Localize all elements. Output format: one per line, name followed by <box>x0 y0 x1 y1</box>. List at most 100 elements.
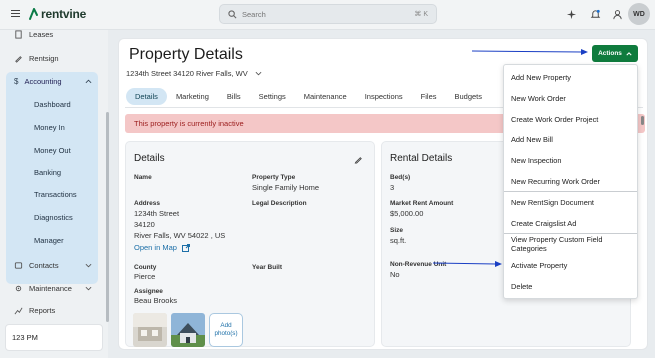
sidebar-subitem-manager[interactable]: Manager <box>34 236 64 245</box>
legal-description-label: Legal Description <box>252 200 307 207</box>
menu-item-create-craigslist-ad[interactable]: Create Craigslist Ad <box>504 213 637 233</box>
beds-value: 3 <box>390 183 395 192</box>
sidebar-subitem-diagnostics[interactable]: Diagnostics <box>34 213 73 222</box>
menu-item-view-custom-field-categories[interactable]: View Property Custom Field Categories <box>504 234 637 254</box>
sidebar-item-label: Reports <box>29 305 56 315</box>
document-icon <box>15 29 22 39</box>
county-value: Pierce <box>134 272 156 281</box>
dollar-icon: $ <box>14 76 19 86</box>
page-title: Property Details <box>129 46 243 63</box>
market-rent-label: Market Rent Amount <box>390 200 454 207</box>
non-revenue-value: No <box>390 270 400 279</box>
menu-item-new-work-order[interactable]: New Work Order <box>504 88 637 108</box>
accounting-group: $ Accounting Dashboard Money In Money Ou… <box>6 72 98 284</box>
details-panel: Details Name Property Type Single Family… <box>125 141 375 347</box>
sidebar-item-rentsign[interactable]: Rentsign <box>6 49 98 67</box>
property-type-value: Single Family Home <box>252 183 320 192</box>
address-line-2: 34120 <box>134 220 155 229</box>
bell-icon[interactable] <box>590 9 601 20</box>
chevron-up-icon <box>85 79 92 83</box>
address-line-3: River Falls, WV 54022 , US <box>134 231 226 240</box>
sidebar-item-leases[interactable]: Leases <box>6 25 98 43</box>
sidebar: Leases Rentsign $ Accounting Dashboard M… <box>0 30 109 358</box>
tab-inspections[interactable]: Inspections <box>356 88 412 105</box>
menu-item-new-inspection[interactable]: New Inspection <box>504 150 637 170</box>
property-type-label: Property Type <box>252 174 296 181</box>
user-icon[interactable] <box>612 9 623 20</box>
rental-details-title: Rental Details <box>390 153 453 164</box>
avatar[interactable]: WD <box>628 3 650 25</box>
chevron-down-icon <box>255 71 262 76</box>
logo-text: rentvine <box>41 7 87 21</box>
search-input[interactable] <box>242 9 392 19</box>
sidebar-item-label: Accounting <box>24 76 62 86</box>
sidebar-item-label: Rentsign <box>29 53 59 63</box>
name-label: Name <box>134 174 152 181</box>
pencil-icon[interactable] <box>354 155 363 164</box>
menu-item-activate-property[interactable]: Activate Property <box>504 255 637 275</box>
annotation-arrow-icon <box>432 261 502 267</box>
company-selector[interactable]: 123 PM <box>5 324 103 351</box>
search-icon <box>228 9 237 18</box>
tab-marketing[interactable]: Marketing <box>167 88 218 105</box>
menu-item-new-rentsign-document[interactable]: New RentSign Document <box>504 192 637 212</box>
market-rent-value: $5,000.00 <box>390 209 424 218</box>
size-label: Size <box>390 227 404 234</box>
assignee-value: Beau Brooks <box>134 296 177 305</box>
menu-item-add-new-bill[interactable]: Add New Bill <box>504 129 637 149</box>
sparkle-icon[interactable] <box>566 9 577 20</box>
address-selector[interactable]: 1234th Street 34120 River Falls, WV <box>126 69 262 78</box>
assignee-label: Assignee <box>134 288 163 295</box>
sidebar-subitem-money-out[interactable]: Money Out <box>34 146 71 155</box>
sidebar-item-contacts[interactable]: Contacts <box>6 256 98 274</box>
tab-details[interactable]: Details <box>126 87 167 105</box>
logo[interactable]: rentvine <box>28 7 86 21</box>
address-line-1: 1234th Street <box>134 209 180 218</box>
add-photo-button[interactable]: Add photo(s) <box>209 313 243 347</box>
tab-budgets[interactable]: Budgets <box>446 88 492 105</box>
wrench-icon <box>15 285 22 291</box>
sidebar-item-label: Leases <box>29 29 54 39</box>
beds-label: Bed(s) <box>390 174 411 181</box>
sidebar-item-accounting[interactable]: $ Accounting <box>6 72 98 90</box>
menu-item-add-new-property[interactable]: Add New Property <box>504 67 637 87</box>
sidebar-subitem-dashboard[interactable]: Dashboard <box>34 100 71 109</box>
annotation-arrow-icon <box>471 49 588 55</box>
property-photo-1[interactable] <box>133 313 167 347</box>
tab-bills[interactable]: Bills <box>218 88 250 105</box>
menu-item-new-recurring-work-order[interactable]: New Recurring Work Order <box>504 171 637 191</box>
search-bar[interactable]: ⌘ K <box>219 4 437 24</box>
property-photo-2[interactable] <box>171 313 205 347</box>
actions-label: Actions <box>598 50 622 57</box>
sidebar-subitem-banking[interactable]: Banking <box>34 168 61 177</box>
size-value: sq.ft. <box>390 236 407 245</box>
chevron-down-icon <box>85 263 92 267</box>
external-link-icon <box>181 243 190 252</box>
chevron-down-icon <box>85 286 92 290</box>
contacts-icon <box>14 261 23 269</box>
menu-item-create-work-order-project[interactable]: Create Work Order Project <box>504 109 637 129</box>
logo-icon <box>28 7 39 21</box>
sidebar-item-maintenance[interactable]: Maintenance <box>6 279 98 297</box>
main-scrollbar[interactable] <box>641 116 644 125</box>
tab-bar: Details Marketing Bills Settings Mainten… <box>126 86 491 106</box>
tab-files[interactable]: Files <box>412 88 446 105</box>
menu-icon[interactable] <box>11 10 20 18</box>
sidebar-subitem-money-in[interactable]: Money In <box>34 123 65 132</box>
top-bar: rentvine ⌘ K WD <box>0 0 655 30</box>
tab-settings[interactable]: Settings <box>250 88 295 105</box>
sidebar-subitem-transactions[interactable]: Transactions <box>34 190 77 199</box>
tab-maintenance[interactable]: Maintenance <box>295 88 356 105</box>
chart-icon <box>14 307 23 314</box>
menu-item-delete[interactable]: Delete <box>504 276 637 296</box>
year-built-label: Year Built <box>252 264 282 271</box>
actions-button[interactable]: Actions <box>592 45 638 62</box>
sidebar-item-reports[interactable]: Reports <box>6 301 98 319</box>
sidebar-scrollbar[interactable] <box>106 112 109 322</box>
county-label: County <box>134 264 157 271</box>
sidebar-item-label: Maintenance <box>29 283 72 293</box>
address-label: Address <box>134 200 161 207</box>
open-in-map-label: Open in Map <box>134 243 177 252</box>
open-in-map-link[interactable]: Open in Map <box>134 243 190 252</box>
details-title: Details <box>134 153 165 164</box>
